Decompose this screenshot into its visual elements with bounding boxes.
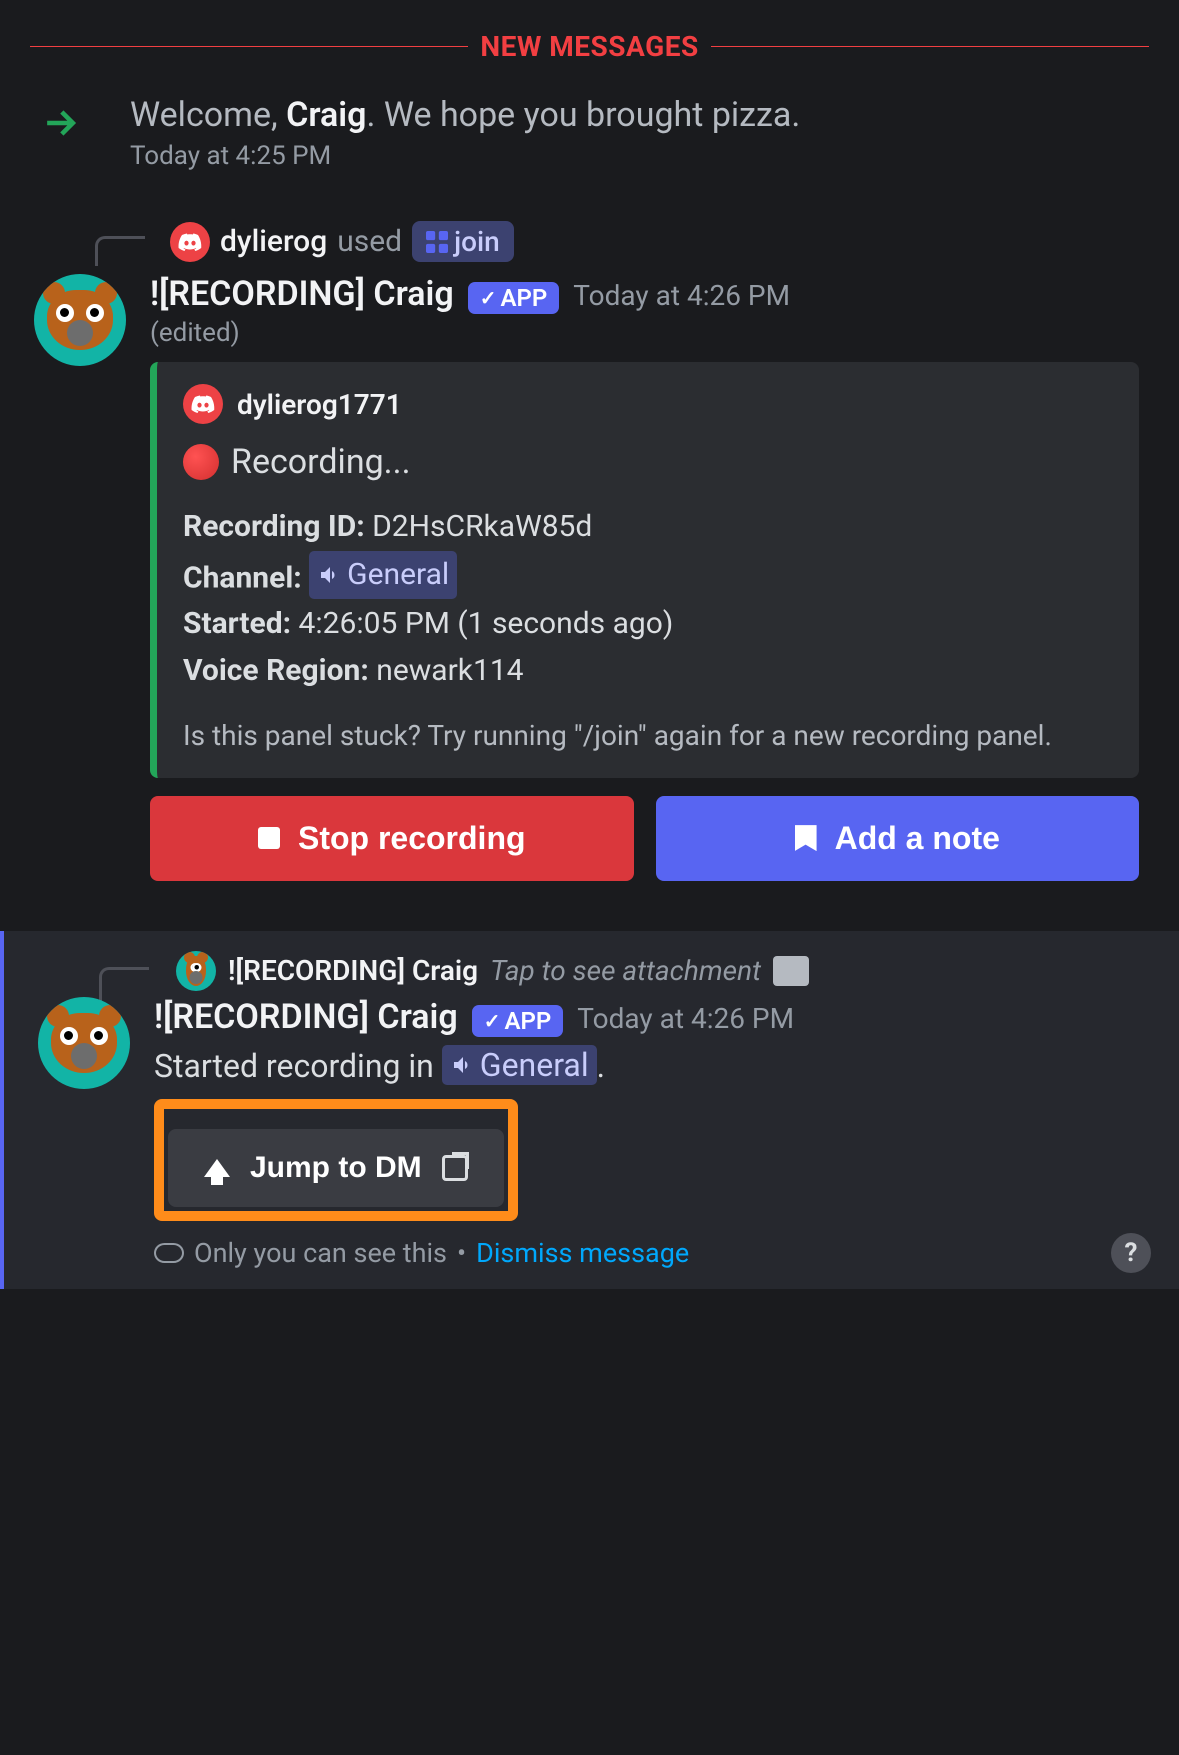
divider-label: NEW MESSAGES (468, 30, 710, 63)
discord-logo-icon (170, 222, 210, 262)
recording-dot-icon (183, 444, 219, 480)
channel-label: Channel: (183, 560, 302, 595)
app-badge-text: APP (504, 1007, 551, 1035)
system-welcome-message: Welcome, Craig. We hope you brought pizz… (0, 63, 1179, 171)
app-badge-text: APP (500, 284, 547, 312)
stop-button-label: Stop recording (298, 820, 526, 857)
reply-hint: Tap to see attachment (490, 954, 761, 987)
message-timestamp: Today at 4:26 PM (577, 1002, 794, 1035)
message-timestamp: Today at 4:26 PM (573, 279, 790, 312)
command-badge[interactable]: join (412, 221, 514, 262)
note-button-label: Add a note (835, 820, 1000, 857)
recording-embed: dylierog1771 Recording... Recording ID: … (150, 362, 1139, 777)
started-suffix: . (597, 1047, 605, 1085)
embed-footer: Is this panel stuck? Try running "/join"… (183, 716, 1113, 755)
channel-name: General (347, 552, 449, 599)
image-icon (773, 956, 809, 986)
recording-id-value: D2HsCRkaW85d (372, 509, 592, 544)
verified-check-icon: ✓ (484, 1009, 501, 1033)
bookmark-icon (795, 825, 817, 851)
message-author[interactable]: ![RECORDING] Craig (150, 274, 454, 314)
command-name: join (454, 225, 500, 258)
welcome-text: Welcome, Craig. We hope you brought pizz… (130, 93, 1149, 137)
ephemeral-footer: Only you can see this • Dismiss message (154, 1221, 1149, 1269)
slash-command-icon (426, 231, 448, 253)
region-label: Voice Region: (183, 653, 369, 688)
dismiss-link[interactable]: Dismiss message (476, 1237, 689, 1269)
app-badge: ✓ APP (472, 1005, 564, 1037)
started-recording-text: Started recording in General . (154, 1045, 1149, 1085)
divider-line (711, 46, 1149, 47)
new-messages-divider: NEW MESSAGES (0, 30, 1179, 63)
channel-name: General (480, 1046, 589, 1084)
app-badge: ✓ APP (468, 282, 560, 314)
channel-mention[interactable]: General (309, 551, 457, 600)
welcome-suffix: . We hope you brought pizza. (366, 95, 800, 135)
jump-button-label: Jump to DM (250, 1151, 422, 1185)
reply-author: ![RECORDING] Craig (228, 954, 478, 987)
ephemeral-message: ![RECORDING] Craig Tap to see attachment… (0, 931, 1179, 1289)
bot-message: ![RECORDING] Craig ✓ APP Today at 4:26 P… (0, 262, 1179, 880)
started-value: 4:26:05 PM (1 seconds ago) (299, 606, 674, 641)
stop-icon (258, 827, 280, 849)
divider-line (30, 46, 468, 47)
external-link-icon (442, 1155, 468, 1181)
only-you-text: Only you can see this (194, 1237, 447, 1269)
welcome-timestamp: Today at 4:25 PM (130, 141, 1149, 171)
recording-id-label: Recording ID: (183, 509, 365, 544)
reply-spine (95, 236, 145, 266)
command-action: used (337, 224, 402, 259)
message-author[interactable]: ![RECORDING] Craig (154, 997, 458, 1037)
stop-recording-button[interactable]: Stop recording (150, 796, 634, 881)
command-user[interactable]: dylierog (220, 224, 327, 259)
discord-logo-icon (183, 384, 223, 424)
welcome-name[interactable]: Craig (286, 95, 366, 135)
edited-label: (edited) (150, 318, 1149, 348)
channel-mention[interactable]: General (442, 1045, 597, 1085)
annotation-highlight: Jump to DM (154, 1099, 518, 1221)
separator: • (457, 1237, 466, 1269)
join-arrow-icon (30, 93, 90, 171)
reply-preview[interactable]: ![RECORDING] Craig Tap to see attachment (4, 931, 1179, 991)
welcome-prefix: Welcome, (130, 95, 286, 135)
embed-title: Recording... (183, 442, 1113, 482)
verified-check-icon: ✓ (480, 286, 497, 310)
started-prefix: Started recording in (154, 1047, 442, 1085)
embed-author[interactable]: dylierog1771 (237, 388, 402, 421)
reply-spine (99, 967, 149, 1003)
speaker-icon (317, 563, 341, 587)
started-label: Started: (183, 606, 291, 641)
jump-to-dm-button[interactable]: Jump to DM (168, 1129, 504, 1207)
speaker-icon (450, 1053, 474, 1077)
bot-avatar[interactable] (34, 274, 126, 366)
eye-icon (154, 1243, 184, 1263)
help-icon[interactable]: ? (1111, 1233, 1151, 1273)
add-note-button[interactable]: Add a note (656, 796, 1140, 881)
upload-icon (204, 1159, 230, 1177)
region-value: newark114 (376, 653, 523, 688)
command-used-row[interactable]: dylierog used join (0, 171, 1179, 262)
reply-avatar (176, 951, 216, 991)
embed-title-text: Recording... (231, 442, 411, 482)
bot-avatar[interactable] (38, 997, 130, 1089)
